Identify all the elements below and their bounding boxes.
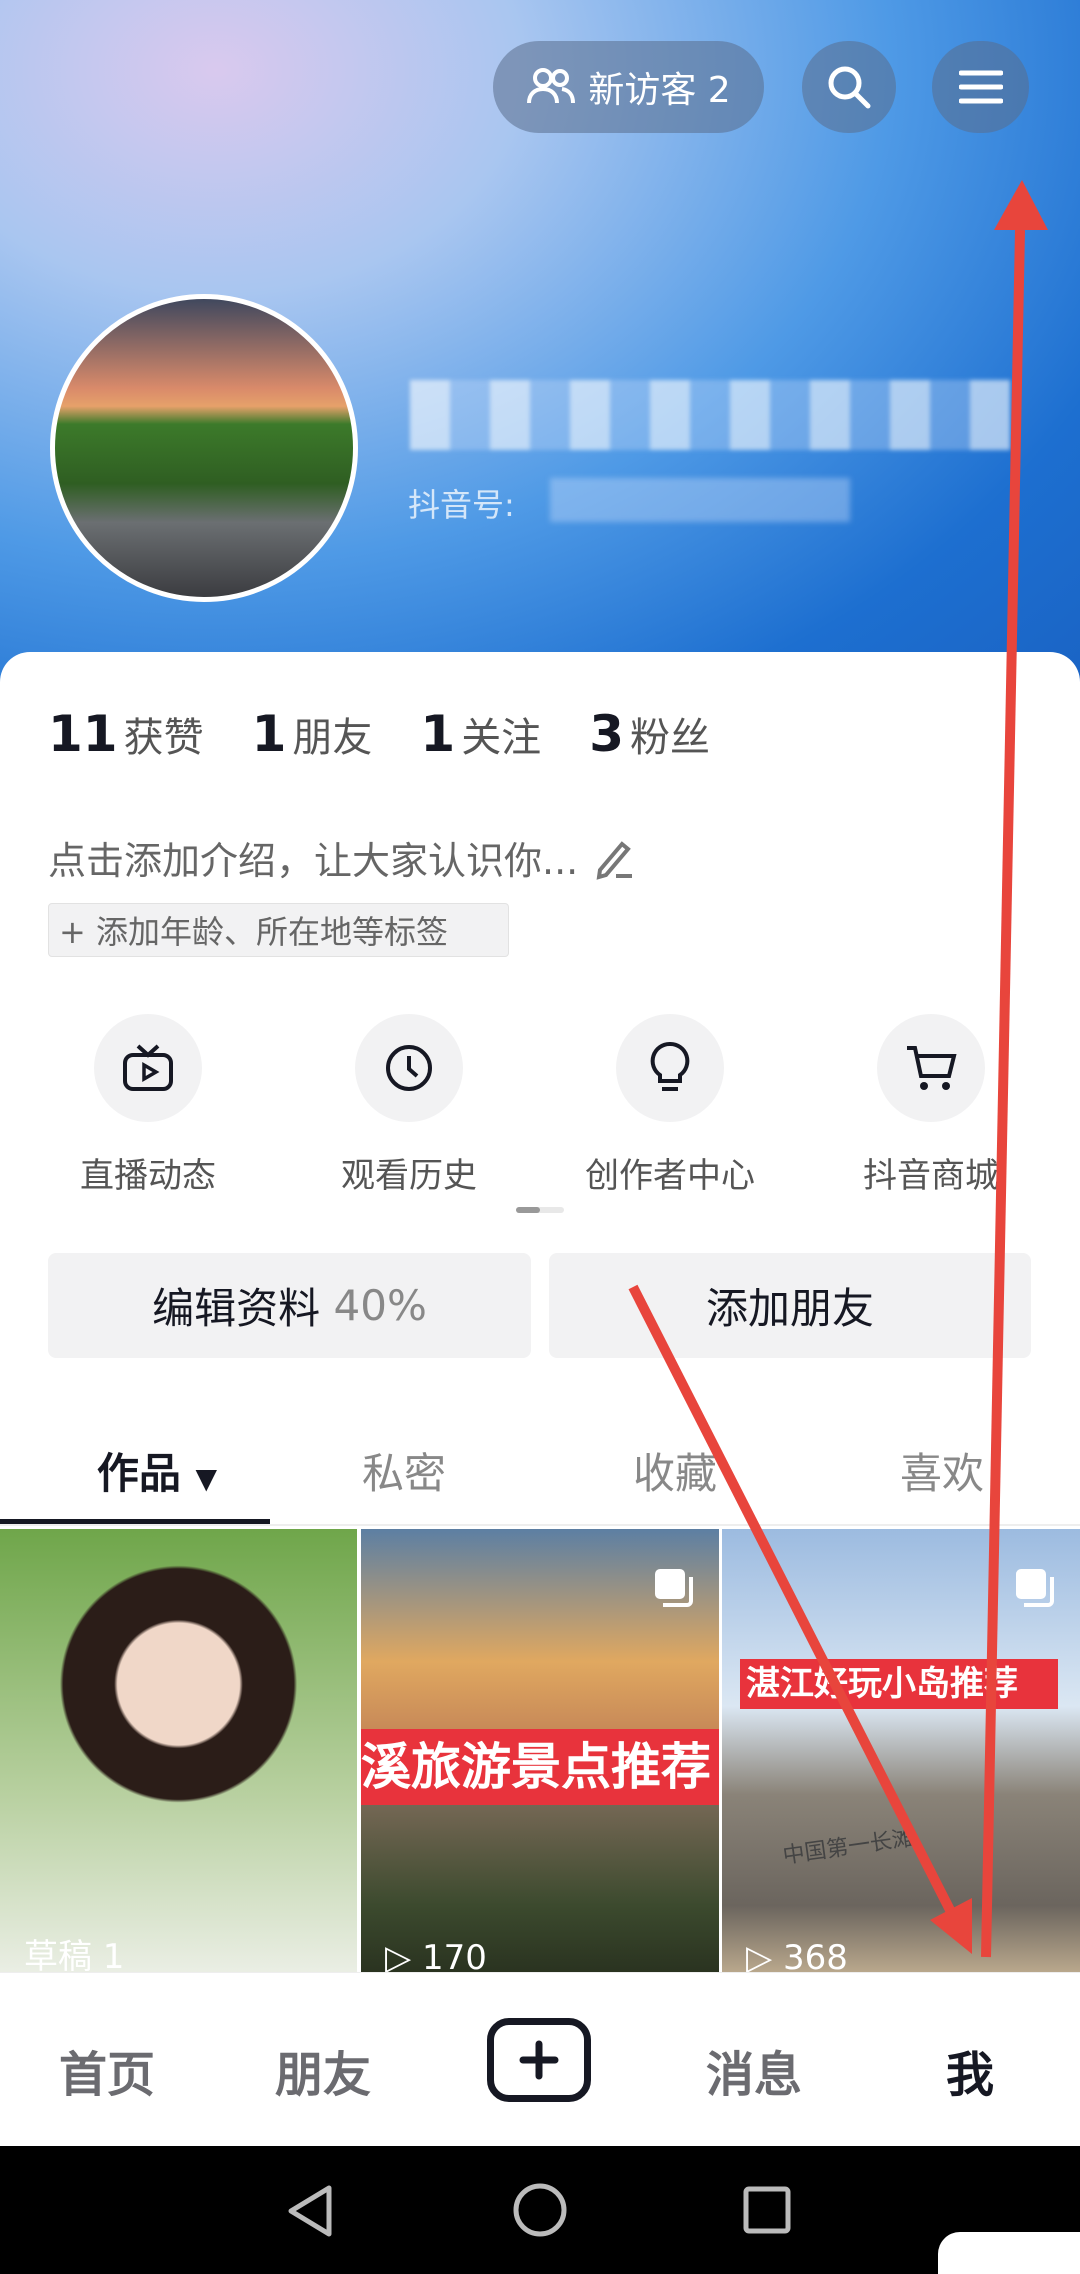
view-count-value: 368 bbox=[782, 1938, 848, 1972]
menu-button[interactable] bbox=[932, 41, 1029, 133]
add-friend-button[interactable]: 添加朋友 bbox=[549, 1253, 1031, 1358]
visitor-label: 新访客 2 bbox=[588, 70, 731, 111]
tab-works[interactable]: 作品 ▼ bbox=[97, 1440, 217, 1501]
cart-icon bbox=[907, 1046, 957, 1090]
stat-friends[interactable]: 1 朋友 bbox=[252, 705, 373, 763]
back-icon[interactable] bbox=[285, 2184, 335, 2238]
shortcut-live-updates[interactable]: 直播动态 bbox=[28, 1014, 268, 1197]
shortcut-label: 观看历史 bbox=[341, 1156, 477, 1196]
edit-percent: 40% bbox=[333, 1281, 427, 1330]
stat-label: 朋友 bbox=[292, 715, 373, 761]
create-button[interactable] bbox=[487, 2018, 591, 2102]
grid-item-draft[interactable]: 草稿 1 bbox=[0, 1529, 357, 1972]
recents-square-icon[interactable] bbox=[743, 2186, 791, 2234]
grid-item-video[interactable]: 湛江好玩小岛推荐 中国第一长滩 ▷ 368 bbox=[722, 1529, 1080, 1972]
edit-profile-button[interactable]: 编辑资料 40% bbox=[48, 1253, 531, 1358]
stats-row: 11 获赞 1 朋友 1 关注 3 粉丝 bbox=[48, 705, 710, 763]
shortcut-label: 抖音商城 bbox=[863, 1156, 999, 1196]
bottom-nav: 首页 朋友 消息 我 bbox=[0, 1972, 1080, 2146]
search-button[interactable] bbox=[802, 41, 896, 133]
view-count: ▷ 368 bbox=[746, 1938, 848, 1972]
stat-followers[interactable]: 3 粉丝 bbox=[589, 705, 710, 763]
stat-following[interactable]: 1 关注 bbox=[420, 705, 541, 763]
new-visitors-button[interactable]: 新访客 2 bbox=[493, 41, 764, 133]
stat-label: 粉丝 bbox=[629, 715, 710, 761]
draft-caption: 草稿 1 bbox=[24, 1937, 125, 1972]
douyin-id-label: 抖音号: bbox=[408, 486, 515, 524]
shortcut-label: 创作者中心 bbox=[585, 1156, 755, 1196]
stat-value: 3 bbox=[589, 705, 624, 763]
stat-label: 关注 bbox=[461, 715, 542, 761]
nav-home[interactable]: 首页 bbox=[59, 2035, 155, 2105]
nav-messages[interactable]: 消息 bbox=[706, 2035, 802, 2105]
avatar[interactable] bbox=[50, 294, 358, 602]
multi-image-icon bbox=[655, 1569, 693, 1607]
multi-image-icon bbox=[1016, 1569, 1054, 1607]
stat-label: 获赞 bbox=[123, 715, 204, 761]
tab-divider bbox=[0, 1524, 1080, 1526]
nav-friends[interactable]: 朋友 bbox=[275, 2035, 371, 2105]
people-icon bbox=[527, 68, 576, 104]
edit-label: 编辑资料 bbox=[152, 1284, 321, 1333]
system-nav-bar bbox=[0, 2146, 1080, 2274]
grid-item-video[interactable]: 溪旅游景点推荐 ▷ 170 bbox=[361, 1529, 719, 1972]
add-tags-button[interactable]: + 添加年龄、所在地等标签 bbox=[48, 903, 509, 957]
stat-value: 11 bbox=[48, 705, 118, 763]
shortcut-label: 直播动态 bbox=[80, 1156, 216, 1196]
tab-likes[interactable]: 喜欢 bbox=[900, 1440, 984, 1501]
menu-icon bbox=[958, 70, 1003, 104]
shortcut-watch-history[interactable]: 观看历史 bbox=[289, 1014, 529, 1197]
tab-favorites[interactable]: 收藏 bbox=[633, 1440, 717, 1501]
stat-value: 1 bbox=[251, 705, 287, 763]
clock-icon bbox=[386, 1045, 432, 1091]
home-circle-icon[interactable] bbox=[512, 2182, 568, 2238]
shortcut-douyin-mall[interactable]: 抖音商城 bbox=[811, 1014, 1051, 1197]
bio-text: 点击添加介绍，让大家认识你... bbox=[48, 839, 579, 883]
stat-value: 1 bbox=[420, 705, 456, 763]
caret-down-icon: ▼ bbox=[195, 1462, 218, 1495]
view-count: ▷ 170 bbox=[385, 1938, 487, 1972]
shortcut-creator-center[interactable]: 创作者中心 bbox=[550, 1014, 790, 1197]
nav-me[interactable]: 我 bbox=[946, 2035, 994, 2105]
shortcut-page-indicator bbox=[516, 1207, 564, 1213]
lightbulb-icon bbox=[650, 1041, 690, 1091]
tab-private[interactable]: 私密 bbox=[362, 1440, 446, 1501]
edit-pencil-icon bbox=[596, 840, 633, 880]
username-blurred bbox=[410, 380, 1010, 450]
rock-inscription: 中国第一长滩 bbox=[781, 1825, 916, 1870]
tv-icon bbox=[123, 1044, 173, 1091]
watermark-logo bbox=[938, 2232, 1080, 2274]
search-icon bbox=[828, 66, 871, 109]
plus-icon bbox=[519, 2040, 559, 2080]
stat-likes[interactable]: 11 获赞 bbox=[48, 705, 204, 763]
video-banner-text: 湛江好玩小岛推荐 bbox=[740, 1659, 1058, 1709]
video-banner-text: 溪旅游景点推荐 bbox=[361, 1729, 719, 1805]
bio-placeholder[interactable]: 点击添加介绍，让大家认识你... bbox=[48, 830, 636, 885]
view-count-value: 170 bbox=[421, 1938, 487, 1972]
tab-label: 作品 bbox=[96, 1449, 181, 1498]
douyin-id-blurred bbox=[550, 478, 850, 522]
